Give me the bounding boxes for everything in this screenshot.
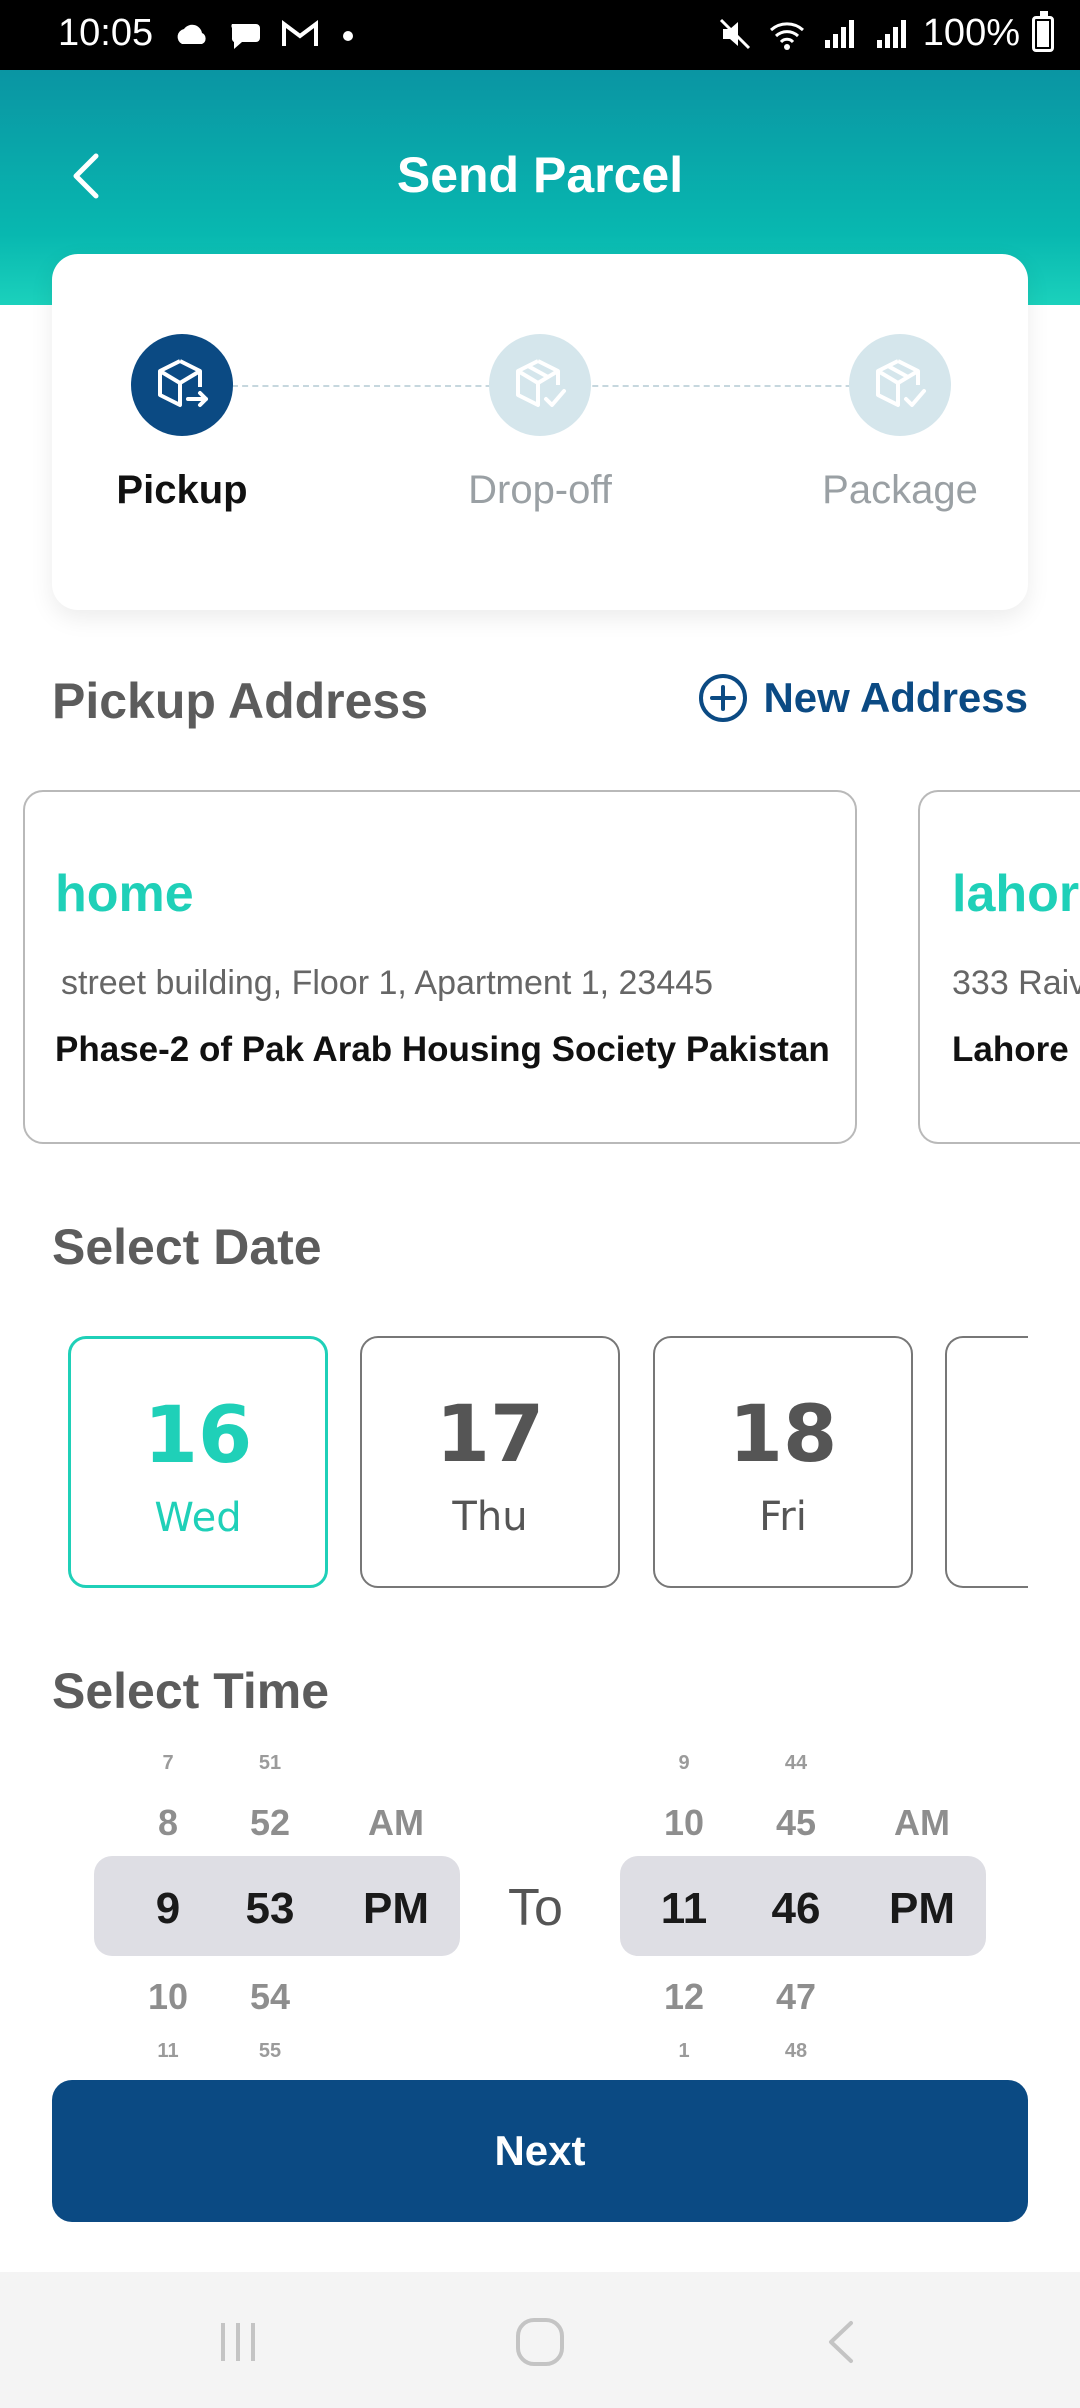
page-title: Send Parcel [396, 147, 684, 203]
select-time-title: Select Time [52, 1663, 330, 1719]
dot-icon [343, 31, 353, 41]
battery-icon [1032, 10, 1054, 52]
wheel-item-selected: PM [889, 1884, 955, 1933]
new-address-label: New Address [763, 674, 1028, 721]
wheel-item: 9 [678, 1752, 690, 1774]
new-address-button[interactable]: New Address [697, 672, 1028, 724]
step-package[interactable]: Package [800, 334, 1000, 513]
pickup-address-title: Pickup Address [52, 673, 429, 729]
wheel-item: 47 [775, 1976, 817, 2017]
address-name: lahore [952, 865, 1080, 923]
mute-icon [719, 18, 750, 49]
date-option[interactable]: 17 Thu [360, 1336, 620, 1588]
stepper-card: Pickup Drop-off Package [52, 254, 1028, 610]
chat-icon [231, 24, 260, 49]
package-check-icon [516, 359, 566, 407]
wheel-item: 1 [678, 2040, 690, 2062]
date-number: 18 [728, 1390, 838, 1480]
status-time: 10:05 [58, 12, 154, 54]
home-button[interactable] [510, 2312, 570, 2372]
wheel-item-selected: 9 [155, 1884, 181, 1933]
wheel-item: 48 [784, 2040, 808, 2062]
date-day: Fri [759, 1494, 807, 1540]
step-pickup[interactable]: Pickup [82, 334, 282, 513]
wifi-icon [769, 21, 804, 50]
address-name: home [55, 865, 194, 923]
wheel-item: 8 [157, 1802, 179, 1843]
wheel-item-selected: 53 [245, 1884, 295, 1933]
back-nav-button[interactable] [812, 2312, 872, 2372]
wheel-item: 12 [663, 1976, 705, 2017]
date-option[interactable]: 16 Wed [68, 1336, 328, 1588]
recent-apps-icon [221, 2323, 255, 2361]
wheel-item: AM [368, 1802, 424, 1843]
signal-icon-2 [876, 19, 906, 48]
from-hour-wheel[interactable]: 7 8 9 10 11 [118, 1740, 218, 2070]
wheel-item-selected: 11 [660, 1884, 708, 1933]
wheel-item: 11 [157, 2040, 179, 2062]
package-arrow-icon [158, 359, 208, 407]
step-label: Pickup [116, 468, 248, 512]
wheel-item-selected: 46 [771, 1884, 821, 1933]
wheel-item: 44 [784, 1752, 808, 1774]
address-card-home[interactable]: home street building, Floor 1, Apartment… [23, 790, 857, 1144]
home-icon [516, 2318, 564, 2366]
to-hour-wheel[interactable]: 9 10 11 12 1 [634, 1740, 734, 2070]
wheel-item: 51 [258, 1752, 282, 1774]
status-bar: 10:05 100% [0, 0, 1080, 70]
to-period-wheel[interactable]: AM PM [862, 1740, 982, 2070]
package-check-icon [876, 359, 926, 407]
wheel-item: 54 [249, 1976, 291, 2017]
wheel-item: 10 [663, 1802, 705, 1843]
to-minute-wheel[interactable]: 44 45 46 47 48 [746, 1740, 846, 2070]
date-day: Wed [154, 1495, 242, 1541]
recent-apps-button[interactable] [208, 2312, 268, 2372]
step-label: Package [822, 468, 978, 512]
navigation-bar [0, 2272, 1080, 2408]
back-icon [829, 2321, 853, 2363]
address-line2: Lahore P [952, 1030, 1080, 1069]
wheel-item-selected: PM [363, 1884, 429, 1933]
date-option[interactable] [945, 1336, 1028, 1588]
wheel-item: 55 [258, 2040, 282, 2062]
gmail-icon [282, 20, 318, 46]
wheel-item: 45 [775, 1802, 817, 1843]
date-day: Thu [452, 1494, 528, 1540]
address-line2: Phase-2 of Pak Arab Housing Society Paki… [55, 1030, 830, 1069]
date-option[interactable]: 18 Fri [653, 1336, 913, 1588]
wheel-item: 52 [249, 1802, 291, 1843]
wheel-item: 7 [162, 1752, 174, 1774]
from-minute-wheel[interactable]: 51 52 53 54 55 [220, 1740, 320, 2070]
address-card-lahore[interactable]: lahore 333 Raiv Lahore P [918, 790, 1080, 1144]
cloud-icon [177, 24, 206, 44]
date-number: 17 [435, 1390, 545, 1480]
address-line1: street building, Floor 1, Apartment 1, 2… [61, 964, 714, 1002]
next-button[interactable]: Next [52, 2080, 1028, 2222]
to-label: To [508, 1879, 563, 1937]
plus-circle-icon [699, 674, 748, 722]
step-dropoff[interactable]: Drop-off [440, 334, 640, 513]
from-period-wheel[interactable]: AM PM [336, 1740, 456, 2070]
wheel-item: AM [894, 1802, 950, 1843]
address-line1: 333 Raiv [952, 964, 1080, 1002]
signal-icon [824, 19, 854, 48]
wheel-item: 10 [147, 1976, 189, 2017]
step-label: Drop-off [468, 468, 612, 512]
date-number: 16 [143, 1391, 253, 1481]
battery-percent: 100% [922, 12, 1020, 54]
select-date-title: Select Date [52, 1219, 322, 1275]
